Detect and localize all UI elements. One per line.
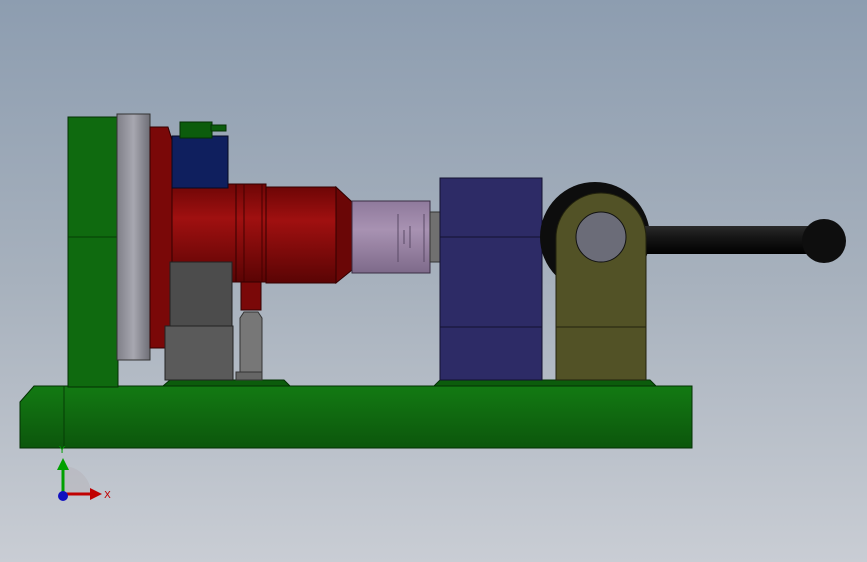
coordinate-triad: Y X [57, 445, 111, 501]
x-axis-label: X [104, 490, 111, 501]
triad-arc [63, 466, 91, 494]
cad-viewport[interactable]: Y X [0, 0, 867, 562]
z-axis-dot-icon [58, 491, 68, 501]
y-axis-label: Y [58, 445, 66, 456]
